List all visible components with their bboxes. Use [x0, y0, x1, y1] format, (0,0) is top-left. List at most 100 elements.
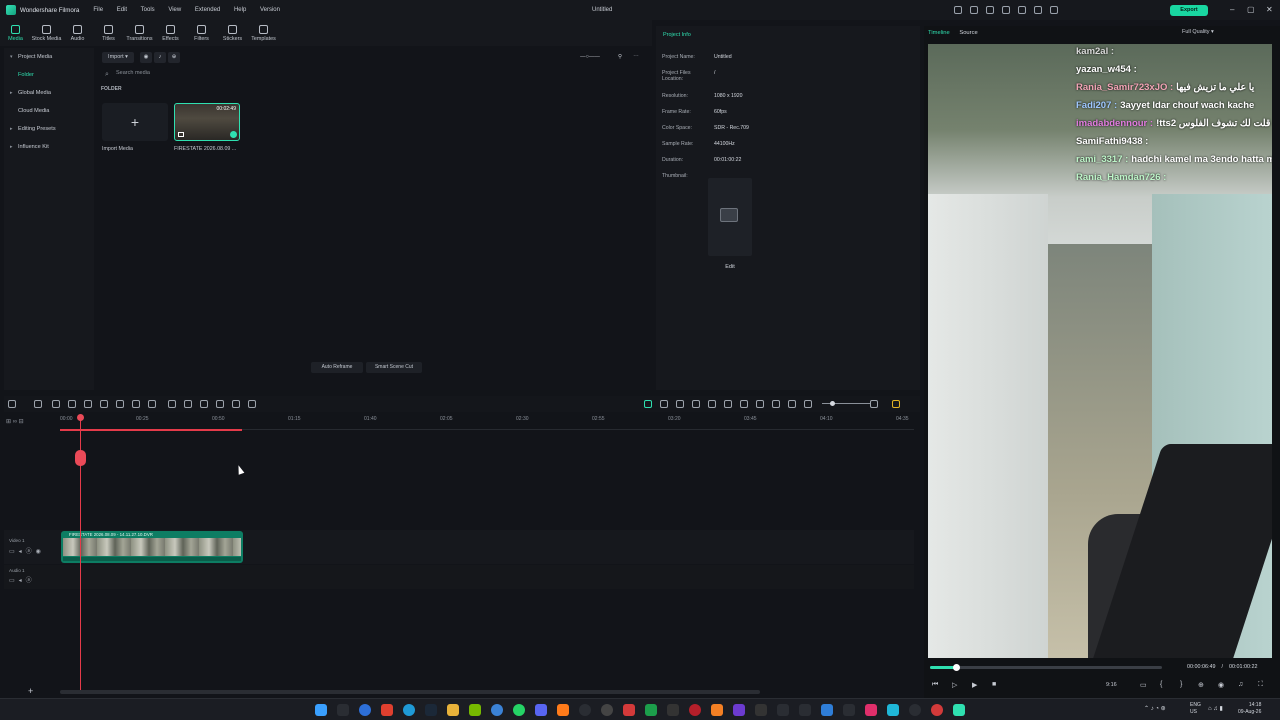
- tool-app-icon[interactable]: [843, 704, 855, 716]
- play-store-icon[interactable]: [645, 704, 657, 716]
- crop-icon[interactable]: ▭: [1140, 681, 1147, 689]
- split-icon[interactable]: [100, 400, 108, 408]
- browser-icon[interactable]: [491, 704, 503, 716]
- close-icon[interactable]: ✕: [1266, 5, 1273, 14]
- subtitle-icon[interactable]: [788, 400, 796, 408]
- menu-edit[interactable]: Edit: [117, 7, 127, 13]
- gift-icon[interactable]: [1034, 6, 1042, 14]
- settings-icon[interactable]: [909, 704, 921, 716]
- maximize-icon[interactable]: ▢: [1247, 5, 1255, 14]
- text-icon[interactable]: [116, 400, 124, 408]
- tool-audio[interactable]: Audio: [62, 20, 93, 46]
- snap-icon[interactable]: [676, 400, 684, 408]
- recorder-icon[interactable]: [931, 704, 943, 716]
- clock[interactable]: 14:18 09-Aug-26: [1238, 702, 1261, 716]
- aspect-ratio-dropdown[interactable]: 9:16: [1106, 682, 1117, 688]
- tray-icons[interactable]: ⌃ ♪ ◔ ⊛: [1144, 705, 1166, 712]
- playhead-handle[interactable]: [77, 414, 84, 421]
- edit-thumbnail-button[interactable]: Edit: [708, 264, 752, 270]
- obs-icon[interactable]: [601, 704, 613, 716]
- language-indicator[interactable]: ENG US: [1190, 702, 1201, 716]
- picture-icon[interactable]: [772, 400, 780, 408]
- sidebar-item-global-media[interactable]: ▸ Global Media: [4, 84, 94, 102]
- freeze-icon[interactable]: [216, 400, 224, 408]
- quality-dropdown[interactable]: Full Quality ▾: [1182, 29, 1214, 35]
- keyframe-icon[interactable]: [184, 400, 192, 408]
- snapshot-icon[interactable]: ◉: [1218, 681, 1224, 689]
- stats-icon[interactable]: [777, 704, 789, 716]
- zoom-in-icon[interactable]: [870, 400, 878, 408]
- tool-titles[interactable]: Titles: [93, 20, 124, 46]
- chrome-icon[interactable]: [359, 704, 371, 716]
- import-media-tile[interactable]: +: [102, 103, 168, 141]
- menu-version[interactable]: Version: [260, 7, 280, 13]
- speed-icon[interactable]: [200, 400, 208, 408]
- sidebar-item-project-media[interactable]: ▾ Project Media: [4, 48, 94, 66]
- export-button[interactable]: Export: [1170, 5, 1208, 16]
- cloud-icon[interactable]: [711, 704, 723, 716]
- zoom-handle[interactable]: [830, 401, 835, 406]
- minimize-icon[interactable]: –: [1230, 5, 1234, 14]
- video-track-controls[interactable]: ▭◂ⓐ◉: [9, 546, 45, 555]
- media-clip-thumbnail[interactable]: 00:02:49: [174, 103, 240, 141]
- epic-icon[interactable]: [755, 704, 767, 716]
- playhead-marker[interactable]: [75, 450, 86, 466]
- timeline-scrollbar[interactable]: [60, 690, 760, 694]
- layout-icon[interactable]: [8, 400, 16, 408]
- search-taskbar-icon[interactable]: [337, 704, 349, 716]
- mark-in-icon[interactable]: {: [1160, 681, 1162, 688]
- timeline-ruler[interactable]: 00:00 00:25 00:50 01:15 01:40 02:05 02:3…: [60, 416, 914, 430]
- notification-icon[interactable]: [1018, 6, 1026, 14]
- brave-icon[interactable]: [381, 704, 393, 716]
- auto-highlight-icon[interactable]: [692, 400, 700, 408]
- crop-tool-icon[interactable]: [132, 400, 140, 408]
- menu-view[interactable]: View: [168, 7, 181, 13]
- smart-scene-cut-button[interactable]: Smart Scene Cut: [366, 362, 422, 373]
- marker-icon[interactable]: [148, 400, 156, 408]
- mic-record-icon[interactable]: [740, 400, 748, 408]
- render-icon[interactable]: [660, 400, 668, 408]
- seek-bar[interactable]: [930, 664, 1162, 671]
- help-icon[interactable]: [1050, 6, 1058, 14]
- work-area-range[interactable]: [60, 429, 242, 431]
- grid-icon[interactable]: [892, 400, 900, 408]
- delete-icon[interactable]: [84, 400, 92, 408]
- network-volume-icons[interactable]: ⌂ ♫ ▮: [1208, 705, 1223, 712]
- auto-reframe-button[interactable]: Auto Reframe: [311, 362, 363, 373]
- thumbnail-size-slider[interactable]: —○——: [572, 52, 608, 63]
- video-preview[interactable]: kam2al : yazan_w454 : Rania_Samir723xJO :ي…: [928, 44, 1272, 658]
- select-tool-icon[interactable]: [34, 400, 42, 408]
- more-tools-icon[interactable]: [248, 400, 256, 408]
- tool-templates[interactable]: Templates: [248, 20, 279, 46]
- rockstar-icon[interactable]: [689, 704, 701, 716]
- play-icon[interactable]: ▶: [972, 681, 977, 689]
- vpn-icon[interactable]: [733, 704, 745, 716]
- shield-icon[interactable]: [724, 400, 732, 408]
- mark-out-icon[interactable]: }: [1180, 681, 1182, 688]
- undo-icon[interactable]: [52, 400, 60, 408]
- sidebar-item-influence-kit[interactable]: ▸ Influence Kit: [4, 138, 94, 156]
- fullscreen-icon[interactable]: ⛶: [1258, 681, 1263, 689]
- audio-meter-icon[interactable]: ♫: [1238, 681, 1243, 688]
- filmora-taskbar-icon[interactable]: [953, 704, 965, 716]
- tab-source[interactable]: Source: [959, 30, 977, 36]
- tab-timeline[interactable]: Timeline: [928, 30, 950, 36]
- track-icon[interactable]: [708, 400, 716, 408]
- timeline-clip[interactable]: FIRESTATE 2026.08.09 - 14.11.27.10.DVR: [61, 531, 243, 563]
- sidebar-item-editing-presets[interactable]: ▸ Editing Presets: [4, 120, 94, 138]
- edge-icon[interactable]: [403, 704, 415, 716]
- sidebar-item-folder[interactable]: Folder: [4, 66, 94, 84]
- tool-effects[interactable]: Effects: [155, 20, 186, 46]
- tool-media[interactable]: Media: [0, 20, 31, 46]
- github-icon[interactable]: [579, 704, 591, 716]
- project-thumbnail[interactable]: [708, 178, 752, 256]
- filter-icon[interactable]: ⚲: [614, 52, 626, 63]
- tool-stickers[interactable]: Stickers: [217, 20, 248, 46]
- link-icon[interactable]: ∞: [13, 419, 17, 425]
- search-input[interactable]: ⌕ Search media: [102, 68, 640, 79]
- menu-help[interactable]: Help: [234, 7, 246, 13]
- store-icon[interactable]: [954, 6, 962, 14]
- launcher-icon[interactable]: [667, 704, 679, 716]
- lock-icon[interactable]: ⊟: [19, 419, 24, 425]
- whatsapp-icon[interactable]: [513, 704, 525, 716]
